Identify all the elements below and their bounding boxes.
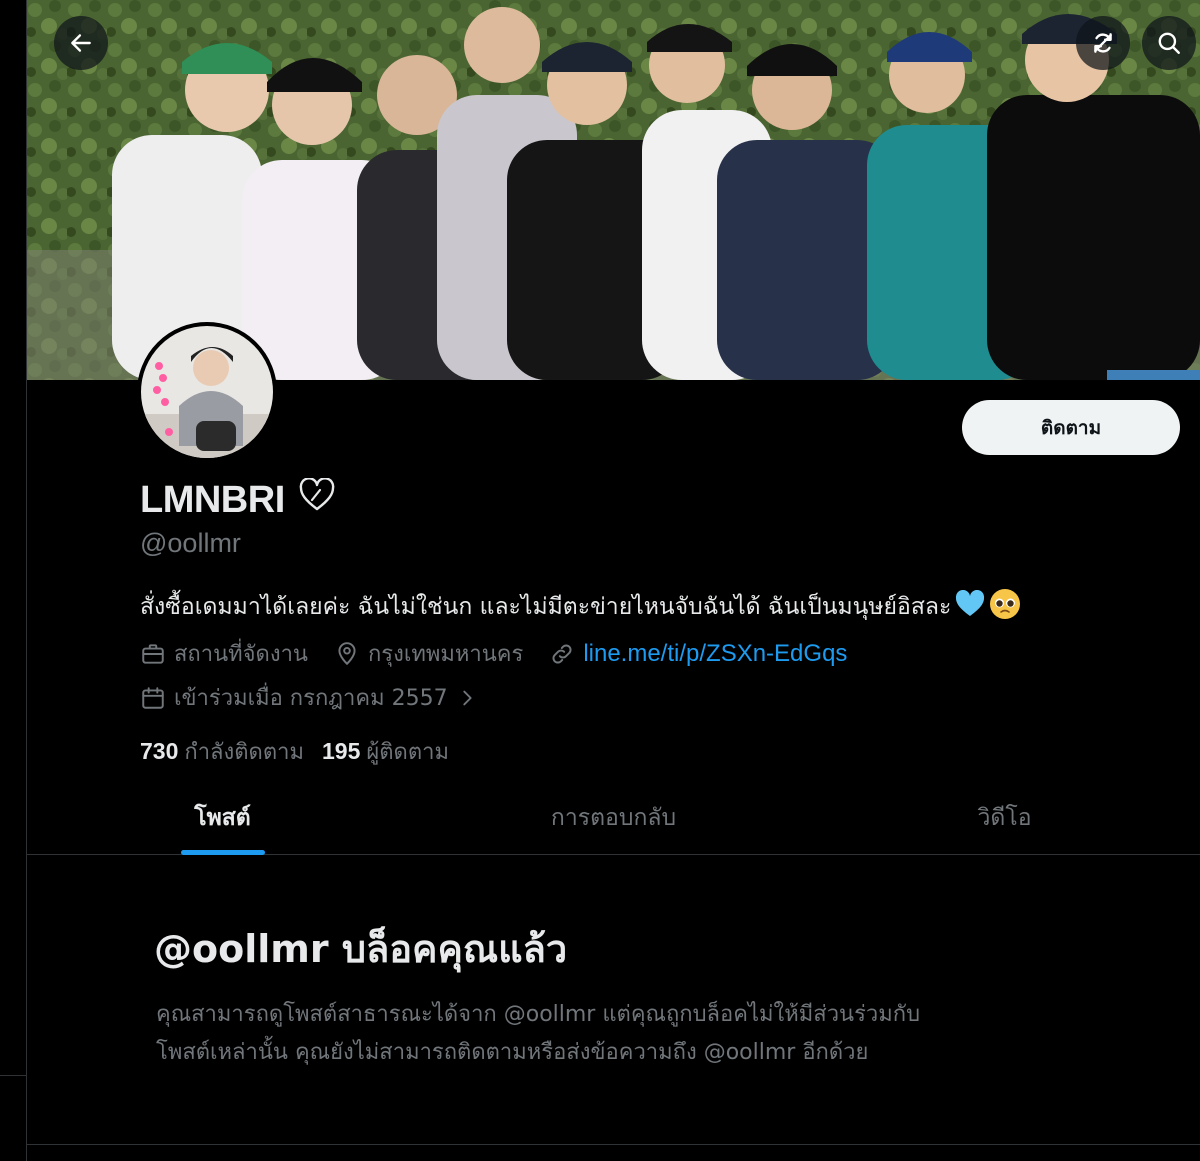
profile-location: กรุงเทพมหานคร (334, 636, 523, 671)
following-count: 730 (140, 738, 179, 764)
profile-meta-row: สถานที่จัดงาน กรุงเทพมหานคร line.me/ti/p… (140, 636, 873, 671)
profile-website[interactable]: line.me/ti/p/ZSXn-EdGqs (549, 640, 847, 668)
refresh-button[interactable] (1076, 16, 1130, 70)
profile-avatar[interactable] (137, 322, 277, 462)
profile-stats: 730 กำลังติดตาม 195 ผู้ติดตาม (140, 734, 467, 769)
calendar-icon (142, 686, 164, 709)
chevron-right-icon (462, 690, 472, 705)
follow-button[interactable]: ติดตาม (962, 400, 1180, 455)
blocked-title: @oollmr บล็อคคุณแล้ว (154, 927, 568, 971)
briefcase-icon (142, 643, 164, 664)
profile-joined[interactable]: เข้าร่วมเมื่อ กรกฎาคม 2557 (140, 680, 486, 715)
active-tab-indicator (180, 850, 265, 855)
back-button[interactable] (54, 16, 108, 70)
website-link[interactable]: line.me/ti/p/ZSXn-EdGqs (583, 640, 847, 668)
blocked-description-line-1: คุณสามารถดูโพสต์สาธารณะได้จาก @oollmr แต… (156, 1002, 921, 1027)
divider (27, 1144, 1200, 1145)
bio-text: สั่งซื้อเดมมาได้เลยค่ะ ฉันไม่ใช่นก และไม… (140, 594, 952, 620)
followers-stat[interactable]: 195 ผู้ติดตาม (322, 734, 449, 769)
joined-text: เข้าร่วมเมื่อ กรกฎาคม 2557 (174, 686, 448, 711)
followers-count: 195 (322, 738, 361, 764)
profile-tabs: โพสต์ การตอบกลับ วิดีโอ (27, 782, 1200, 855)
tab-posts[interactable]: โพสต์ (27, 782, 418, 855)
following-label: กำลังติดตาม (184, 740, 304, 765)
profile-category: สถานที่จัดงาน (140, 636, 308, 671)
display-name: LMNBRI (140, 477, 335, 522)
tab-videos-label: วิดีโอ (977, 805, 1032, 831)
followers-label: ผู้ติดตาม (366, 740, 449, 765)
blocked-description: คุณสามารถดูโพสต์สาธารณะได้จาก @oollmr แต… (156, 996, 1116, 1072)
refresh-icon (1094, 33, 1112, 53)
profile-handle: @oollmr (140, 528, 241, 558)
search-button[interactable] (1142, 16, 1196, 70)
light-blue-heart-icon (955, 589, 985, 624)
location-pin-icon (338, 641, 356, 665)
profile-page: ติดตาม LMNBRI @oollmr สั่งซื้อเดมมาได้เล… (0, 0, 1200, 1161)
following-stat[interactable]: 730 กำลังติดตาม (140, 734, 304, 769)
location-text: กรุงเทพมหานคร (367, 642, 524, 667)
search-icon (1158, 32, 1180, 54)
tab-videos[interactable]: วิดีโอ (809, 782, 1200, 854)
profile-bio: สั่งซื้อเดมมาได้เลยค่ะ ฉันไม่ใช่นก และไม… (140, 588, 1021, 626)
heart-outline-icon (299, 477, 335, 522)
profile-joined-row[interactable]: เข้าร่วมเมื่อ กรกฎาคม 2557 (140, 680, 512, 715)
link-icon (552, 644, 572, 663)
display-name-text: LMNBRI (140, 478, 285, 521)
arrow-left-icon (71, 34, 91, 52)
tab-posts-label: โพสต์ (194, 805, 251, 831)
blocked-description-line-2: โพสต์เหล่านั้น คุณยังไม่สามารถติดตามหรือ… (156, 1040, 869, 1065)
left-sidebar-edge (0, 0, 27, 1161)
pleading-face-icon (989, 588, 1021, 626)
tab-replies[interactable]: การตอบกลับ (418, 782, 809, 854)
category-text: สถานที่จัดงาน (174, 642, 308, 667)
tab-replies-label: การตอบกลับ (550, 805, 677, 831)
